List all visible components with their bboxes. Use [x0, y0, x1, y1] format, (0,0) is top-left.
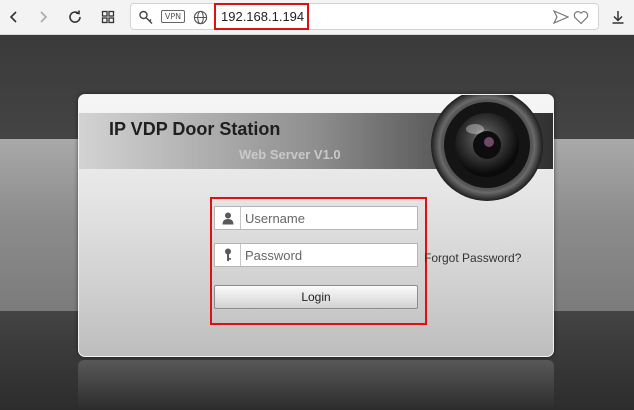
heart-icon[interactable]: [572, 8, 590, 26]
tabs-grid-icon: [101, 10, 115, 24]
user-icon: [215, 207, 241, 229]
tabs-button[interactable]: [94, 3, 122, 31]
login-button[interactable]: Login: [214, 285, 418, 309]
browser-toolbar: VPN 192.168.1.194: [0, 0, 634, 35]
password-input[interactable]: [241, 244, 416, 266]
page-title: IP VDP Door Station: [109, 119, 281, 139]
camera-lens-icon: [431, 95, 543, 201]
download-icon: [612, 11, 624, 24]
panel-reflection: [78, 360, 554, 410]
send-icon[interactable]: [552, 8, 570, 26]
reload-icon: [69, 10, 81, 23]
url-text[interactable]: 192.168.1.194: [214, 3, 309, 30]
download-button[interactable]: [604, 3, 632, 31]
back-button[interactable]: [0, 3, 28, 31]
forward-icon: [40, 11, 48, 23]
key-icon: [215, 244, 241, 266]
globe-icon[interactable]: [192, 8, 208, 26]
forward-button[interactable]: [29, 3, 57, 31]
username-field[interactable]: [214, 206, 418, 230]
forgot-password-link[interactable]: Forgot Password?: [424, 251, 521, 265]
vpn-badge[interactable]: VPN: [161, 10, 185, 23]
key-icon[interactable]: [137, 8, 155, 26]
back-icon: [9, 11, 17, 23]
password-field[interactable]: [214, 243, 418, 267]
login-panel: IP VDP Door Station Web Server V1.0 User…: [78, 94, 554, 357]
page-subtitle: Web Server V1.0: [239, 147, 341, 162]
reload-button[interactable]: [61, 3, 89, 31]
address-bar[interactable]: VPN 192.168.1.194: [130, 3, 599, 30]
username-input[interactable]: [241, 207, 416, 229]
